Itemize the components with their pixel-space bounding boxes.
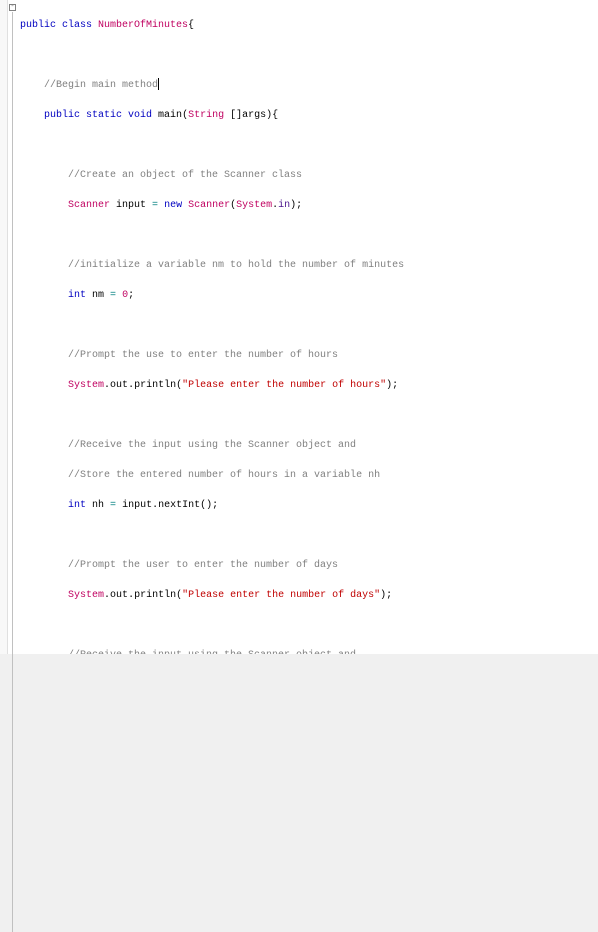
code-line: //Create an object of the Scanner class (18, 168, 598, 183)
code-line: int nh = input.nextInt(); (18, 498, 598, 513)
code-line (18, 138, 598, 153)
code-line: //Receive the input using the Scanner ob… (18, 648, 598, 654)
fold-toggle-icon[interactable]: - (9, 4, 16, 11)
code-line (18, 228, 598, 243)
fold-guideline (12, 12, 13, 932)
code-line: //Receive the input using the Scanner ob… (18, 438, 598, 453)
line-gutter (0, 0, 8, 654)
code-line (18, 528, 598, 543)
code-line: //Prompt the user to enter the number of… (18, 558, 598, 573)
code-line: //Prompt the use to enter the number of … (18, 348, 598, 363)
code-line: int nm = 0; (18, 288, 598, 303)
fold-column[interactable]: - (8, 0, 18, 654)
code-line: Scanner input = new Scanner(System.in); (18, 198, 598, 213)
code-line (18, 408, 598, 423)
code-line: //Begin main method (18, 78, 598, 93)
code-line (18, 48, 598, 63)
code-line: public class NumberOfMinutes{ (18, 18, 598, 33)
code-line: public static void main(String []args){ (18, 108, 598, 123)
code-editor[interactable]: - public class NumberOfMinutes{ //Begin … (0, 0, 598, 654)
code-line (18, 618, 598, 633)
code-line: System.out.println("Please enter the num… (18, 588, 598, 603)
code-line: System.out.println("Please enter the num… (18, 378, 598, 393)
code-line: //Store the entered number of hours in a… (18, 468, 598, 483)
code-line (18, 318, 598, 333)
text-cursor (158, 78, 159, 90)
code-line: //initialize a variable nm to hold the n… (18, 258, 598, 273)
code-text-area[interactable]: public class NumberOfMinutes{ //Begin ma… (18, 0, 598, 654)
